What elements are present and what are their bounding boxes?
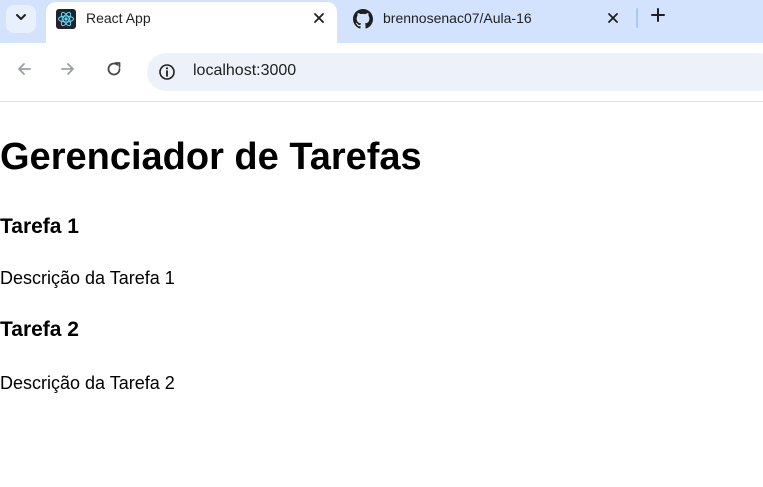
task-title: Tarefa 1 (0, 215, 79, 238)
page-title: Gerenciador de Tarefas (0, 136, 422, 178)
arrow-right-icon (59, 60, 77, 83)
chevron-down-icon (15, 10, 27, 28)
react-logo-icon (56, 9, 76, 29)
tab-title: brennosenac07/Aula-16 (383, 10, 532, 26)
reload-icon (105, 60, 123, 83)
info-icon[interactable] (157, 62, 177, 82)
arrow-left-icon (15, 60, 33, 83)
forward-button[interactable] (56, 59, 80, 83)
new-tab-button[interactable] (647, 6, 669, 28)
browser-toolbar: localhost:3000 (0, 43, 763, 102)
tab-search-button[interactable] (6, 5, 36, 33)
close-icon[interactable] (309, 8, 329, 28)
tab-react-app[interactable]: React App (46, 2, 337, 43)
address-bar[interactable]: localhost:3000 (147, 53, 763, 91)
url-text: localhost:3000 (193, 62, 297, 79)
task-description: Descrição da Tarefa 2 (0, 373, 175, 393)
tab-title: React App (86, 10, 151, 26)
plus-icon (650, 7, 666, 28)
reload-button[interactable] (102, 59, 126, 83)
task-title: Tarefa 2 (0, 318, 79, 341)
task-description: Descrição da Tarefa 1 (0, 268, 175, 288)
tab-divider (636, 8, 638, 28)
github-logo-icon (353, 9, 373, 29)
close-icon[interactable] (603, 8, 623, 28)
page-content: Gerenciador de Tarefas Tarefa 1 Descriçã… (0, 102, 763, 487)
tab-github-repo[interactable]: brennosenac07/Aula-16 (343, 2, 631, 43)
back-button[interactable] (12, 59, 36, 83)
tab-strip: React App brennosenac07/Aula-16 (0, 0, 763, 43)
